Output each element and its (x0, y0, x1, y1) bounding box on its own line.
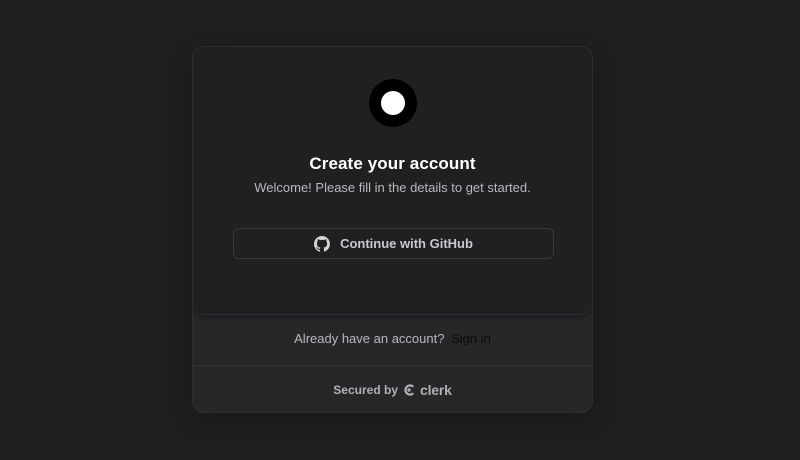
signup-card: Create your account Welcome! Please fill… (192, 46, 593, 413)
clerk-brand-label: clerk (420, 382, 452, 398)
github-button-label: Continue with GitHub (340, 236, 473, 251)
signup-card-body: Create your account Welcome! Please fill… (193, 47, 592, 315)
continue-with-github-button[interactable]: Continue with GitHub (233, 228, 554, 259)
circle-logo-icon (369, 79, 417, 127)
signin-link[interactable]: Sign in (451, 331, 491, 346)
github-icon (314, 235, 331, 252)
signin-prompt-row: Already have an account? Sign in (193, 331, 592, 346)
footer-divider (193, 365, 592, 366)
page-title: Create your account (309, 154, 476, 173)
page-subtitle: Welcome! Please fill in the details to g… (254, 180, 531, 195)
signin-prompt-text: Already have an account? (294, 331, 445, 346)
clerk-logo-icon (404, 384, 414, 396)
logo-dot (381, 91, 405, 115)
secured-by-badge[interactable]: Secured by clerk (193, 382, 592, 398)
secured-by-label: Secured by (333, 383, 398, 397)
